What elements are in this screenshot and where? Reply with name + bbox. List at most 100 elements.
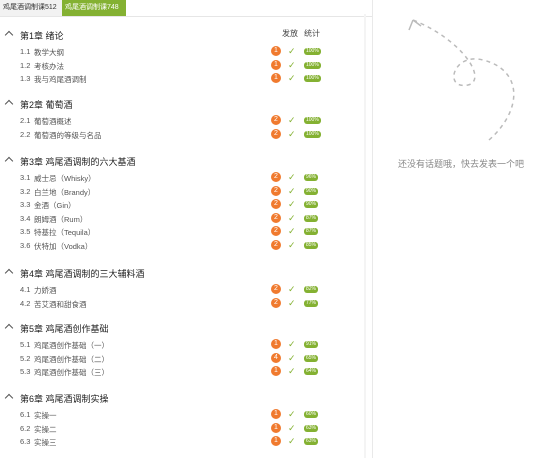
- lesson-row[interactable]: 6.2 实操二 1 ✓ 63%: [0, 422, 372, 435]
- lesson-row[interactable]: 1.1 教学大纲 1 ✓ 100%: [0, 46, 372, 58]
- check-icon: ✓: [288, 128, 296, 139]
- lesson-title[interactable]: 鸡尾酒创作基础（一）: [34, 340, 109, 351]
- check-icon: ✓: [288, 436, 296, 446]
- reply-count-badge: 2: [271, 172, 281, 182]
- reply-count-badge: 2: [271, 128, 281, 139]
- dashed-arrow-icon: [408, 19, 515, 141]
- lesson-number: 3.3: [20, 200, 31, 209]
- tab-course-512[interactable]: 鸡尾酒调制课512: [0, 0, 64, 16]
- chapter-title: 第3章 鸡尾酒调制的六大基酒: [20, 157, 136, 167]
- lesson-row[interactable]: 4.2 苦艾酒和甜食酒 2 ✓ 77%: [0, 297, 372, 310]
- lesson-number: 6.1: [20, 410, 31, 419]
- lesson-row[interactable]: 3.4 朗姆酒（Rum） 2 ✓ 87%: [0, 212, 372, 225]
- lesson-title[interactable]: 苦艾酒和甜食酒: [34, 299, 87, 310]
- lesson-number: 3.2: [20, 186, 31, 196]
- lesson-number: 1.1: [20, 47, 31, 56]
- lesson-row[interactable]: 5.1 鸡尾酒创作基础（一） 1 ✓ 91%: [0, 339, 372, 351]
- lesson-title[interactable]: 特基拉（Tequila）: [34, 227, 95, 238]
- caret-up-icon[interactable]: [4, 156, 14, 166]
- chapter-header[interactable]: 第3章 鸡尾酒调制的六大基酒: [0, 155, 372, 169]
- caret-up-icon[interactable]: [4, 268, 14, 278]
- lesson-number: 3.5: [20, 227, 31, 236]
- reply-count-badge: 1: [271, 366, 281, 376]
- lesson-title[interactable]: 实操二: [34, 424, 57, 435]
- chapter-header[interactable]: 第4章 鸡尾酒调制的三大辅料酒: [0, 267, 372, 281]
- check-icon: ✓: [288, 239, 296, 250]
- check-icon: ✓: [288, 199, 296, 209]
- lesson-title[interactable]: 我与鸡尾酒调制: [34, 74, 87, 85]
- chapter-header[interactable]: 第2章 葡萄酒: [0, 98, 372, 112]
- lesson-title[interactable]: 实操三: [34, 437, 57, 448]
- completion-badge: 100%: [304, 117, 321, 124]
- lesson-number: 5.2: [20, 353, 31, 363]
- lesson-row[interactable]: 3.3 金酒（Gin） 2 ✓ 90%: [0, 199, 372, 211]
- lesson-title[interactable]: 教学大纲: [34, 47, 64, 58]
- lesson-title[interactable]: 实操一: [34, 410, 57, 421]
- lesson-title[interactable]: 白兰地（Brandy）: [34, 187, 95, 198]
- chapter-header[interactable]: 第1章 绪论: [0, 29, 372, 43]
- lesson-row[interactable]: 3.6 伏特加（Vodka） 2 ✓ 85%: [0, 239, 372, 252]
- lesson-title[interactable]: 鸡尾酒创作基础（二）: [34, 354, 109, 365]
- caret-up-icon[interactable]: [4, 393, 14, 403]
- chapter-header[interactable]: 第5章 鸡尾酒创作基础: [0, 322, 372, 336]
- tab-divider: [0, 16, 372, 17]
- completion-badge: 100%: [304, 75, 321, 82]
- empty-discussion-message: 还没有话题哦，快去发表一个吧: [398, 159, 525, 169]
- lesson-row[interactable]: 5.2 鸡尾酒创作基础（二） 4 ✓ 65%: [0, 352, 372, 365]
- lesson-title[interactable]: 朗姆酒（Rum）: [34, 214, 87, 225]
- lesson-number: 2.1: [20, 116, 31, 125]
- lesson-title[interactable]: 力娇酒: [34, 285, 57, 296]
- lesson-row[interactable]: 6.3 实操三 1 ✓ 63%: [0, 436, 372, 448]
- lesson-row[interactable]: 3.2 白兰地（Brandy） 2 ✓ 90%: [0, 185, 372, 198]
- reply-count-badge: 2: [271, 199, 281, 209]
- lesson-title[interactable]: 考核办法: [34, 61, 64, 72]
- lesson-number: 4.2: [20, 298, 31, 308]
- reply-count-badge: 2: [271, 212, 281, 223]
- check-icon: ✓: [288, 212, 296, 223]
- reply-count-badge: 2: [271, 284, 281, 294]
- lesson-number: 3.1: [20, 173, 31, 182]
- lesson-row[interactable]: 4.1 力娇酒 2 ✓ 82%: [0, 284, 372, 296]
- lesson-row[interactable]: 1.3 我与鸡尾酒调制 1 ✓ 100%: [0, 73, 372, 85]
- completion-badge: 65%: [304, 354, 319, 362]
- lesson-row[interactable]: 5.3 鸡尾酒创作基础（三） 1 ✓ 64%: [0, 366, 372, 378]
- lesson-title[interactable]: 鸡尾酒创作基础（三）: [34, 367, 109, 378]
- lesson-row[interactable]: 3.5 特基拉（Tequila） 2 ✓ 87%: [0, 226, 372, 238]
- lesson-row[interactable]: 6.1 实操一 1 ✓ 60%: [0, 409, 372, 421]
- lesson-number: 1.3: [20, 74, 31, 83]
- chapter-title: 第6章 鸡尾酒调制实操: [20, 394, 109, 404]
- chapter-header[interactable]: 第6章 鸡尾酒调制实操: [0, 392, 372, 406]
- completion-badge: 63%: [304, 424, 319, 432]
- caret-up-icon[interactable]: [4, 99, 14, 109]
- chapter-title: 第2章 葡萄酒: [20, 100, 73, 110]
- reply-count-badge: 2: [271, 185, 281, 196]
- completion-badge: 77%: [304, 299, 319, 307]
- lesson-title[interactable]: 伏特加（Vodka）: [34, 241, 92, 252]
- completion-badge: 85%: [304, 241, 319, 249]
- lesson-number: 5.1: [20, 340, 31, 349]
- lesson-number: 3.4: [20, 213, 31, 223]
- lesson-title[interactable]: 葡萄酒的等级与名品: [34, 130, 102, 141]
- check-icon: ✓: [288, 422, 296, 433]
- check-icon: ✓: [288, 46, 296, 56]
- caret-up-icon[interactable]: [4, 30, 14, 40]
- tab-course-748[interactable]: 鸡尾酒调制课748: [62, 0, 126, 16]
- discussion-panel: [373, 0, 537, 458]
- lesson-row[interactable]: 2.2 葡萄酒的等级与名品 2 ✓ 100%: [0, 128, 372, 141]
- check-icon: ✓: [288, 172, 296, 182]
- check-icon: ✓: [288, 284, 296, 294]
- lesson-number: 4.1: [20, 285, 31, 294]
- catalog-scrollbar[interactable]: [364, 14, 366, 458]
- lesson-row[interactable]: 3.1 威士忌（Whisky） 2 ✓ 96%: [0, 172, 372, 184]
- lesson-title[interactable]: 葡萄酒概述: [34, 116, 72, 127]
- lesson-number: 3.6: [20, 240, 31, 250]
- check-icon: ✓: [288, 366, 296, 376]
- reply-count-badge: 4: [271, 352, 281, 363]
- lesson-row[interactable]: 1.2 考核办法 1 ✓ 100%: [0, 59, 372, 72]
- lesson-title[interactable]: 威士忌（Whisky）: [34, 173, 96, 184]
- lesson-number: 5.3: [20, 367, 31, 376]
- lesson-title[interactable]: 金酒（Gin）: [34, 200, 76, 211]
- lesson-row[interactable]: 2.1 葡萄酒概述 2 ✓ 100%: [0, 115, 372, 127]
- caret-up-icon[interactable]: [4, 323, 14, 333]
- reply-count-badge: 1: [271, 339, 281, 349]
